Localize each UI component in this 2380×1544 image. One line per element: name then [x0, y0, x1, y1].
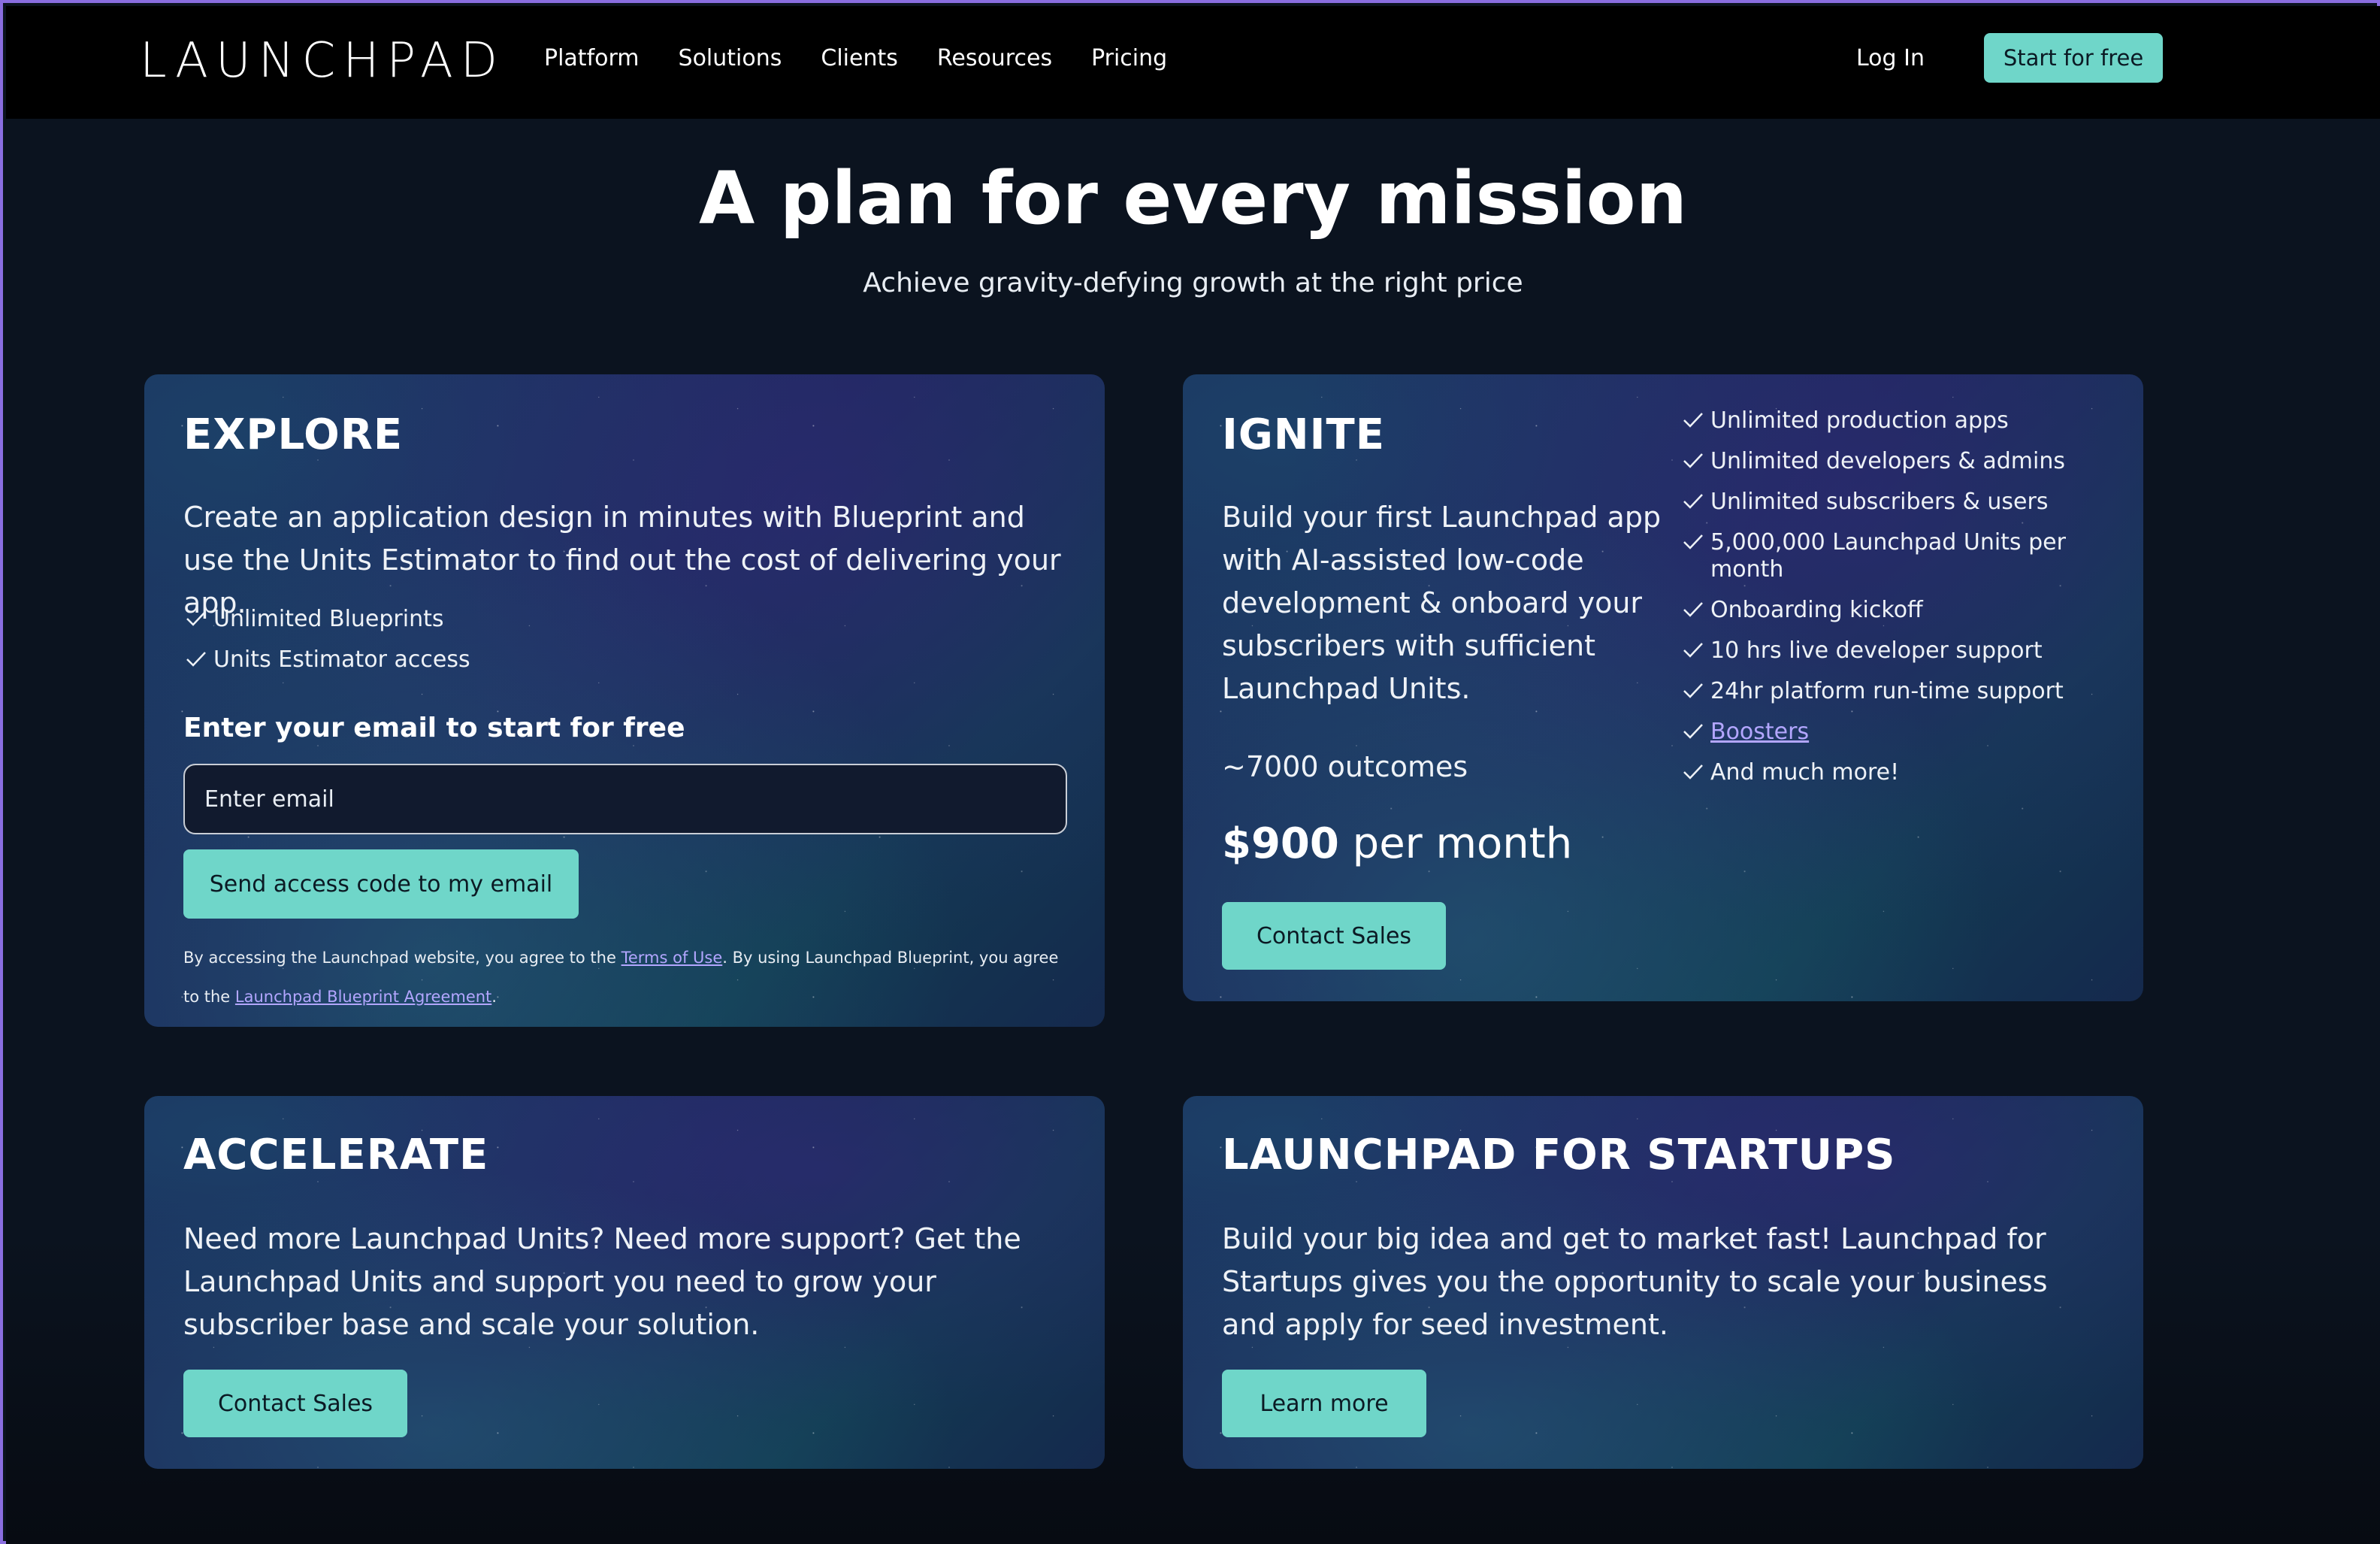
start-for-free-button[interactable]: Start for free [1984, 33, 2163, 83]
ignite-feature-list: Unlimited production apps Unlimited deve… [1680, 407, 2101, 800]
nav-link-clients[interactable]: Clients [821, 45, 897, 71]
nav-link-solutions[interactable]: Solutions [679, 45, 782, 71]
list-item: Units Estimator access [183, 646, 1010, 674]
nav-link-resources[interactable]: Resources [937, 45, 1052, 71]
page-title: A plan for every mission [699, 156, 1687, 241]
checkmark-icon [1683, 683, 1703, 698]
startups-title: LAUNCHPAD FOR STARTUPS [1222, 1131, 1896, 1179]
ignite-contact-sales-button[interactable]: Contact Sales [1222, 902, 1446, 970]
list-item: Unlimited subscribers & users [1680, 489, 2101, 516]
send-access-code-button[interactable]: Send access code to my email [183, 849, 579, 919]
email-label: Enter your email to start for free [183, 713, 685, 743]
top-nav: LAUNCHPAD Platform Solutions Clients Res… [6, 6, 2380, 119]
login-link[interactable]: Log In [1856, 45, 1925, 71]
boosters-link[interactable]: Boosters [1710, 719, 1809, 745]
price-amount: $900 [1222, 819, 1339, 868]
learn-more-button[interactable]: Learn more [1222, 1370, 1426, 1437]
checkmark-icon [186, 611, 206, 626]
outcomes-count: ~7000 outcomes [1222, 750, 1468, 783]
startups-description: Build your big idea and get to market fa… [1222, 1222, 2048, 1341]
explore-title: EXPLORE [183, 410, 404, 459]
checkmark-icon [1683, 494, 1703, 509]
checkmark-icon [1683, 534, 1703, 549]
list-item: And much more! [1680, 759, 2101, 786]
explore-card: EXPLORE Create an application design in … [144, 374, 1105, 1027]
terms-of-use-link[interactable]: Terms of Use [621, 949, 723, 967]
accelerate-card: ACCELERATE Need more Launchpad Units? Ne… [144, 1096, 1105, 1469]
list-item: Unlimited developers & admins [1680, 448, 2101, 475]
starfield-background [144, 374, 1105, 1027]
checkmark-icon [1683, 764, 1703, 780]
checkmark-icon [1683, 643, 1703, 658]
list-item: 24hr platform run-time support [1680, 678, 2101, 705]
checkmark-icon [1683, 724, 1703, 739]
price: $900 per month [1222, 819, 1572, 868]
explore-feature-list: Unlimited Blueprints Units Estimator acc… [183, 606, 1010, 687]
price-period: per month [1352, 819, 1573, 868]
list-item: Unlimited Blueprints [183, 606, 1010, 633]
list-item: 5,000,000 Launchpad Units per month [1680, 529, 2101, 583]
ignite-description: Build your first Launchpad app with AI-a… [1222, 501, 1662, 705]
page: LAUNCHPAD Platform Solutions Clients Res… [6, 6, 2380, 1544]
list-item: Unlimited production apps [1680, 407, 2101, 434]
launchpad-logo[interactable]: LAUNCHPAD [140, 33, 505, 89]
accelerate-title: ACCELERATE [183, 1131, 489, 1179]
checkmark-icon [1683, 602, 1703, 617]
list-item: Onboarding kickoff [1680, 597, 2101, 624]
checkmark-icon [1683, 453, 1703, 468]
startups-card: LAUNCHPAD FOR STARTUPS Build your big id… [1183, 1096, 2143, 1469]
legal-notice: By accessing the Launchpad website, you … [183, 949, 1059, 1006]
checkmark-icon [1683, 413, 1703, 428]
checkmark-icon [186, 652, 206, 667]
list-item: 10 hrs live developer support [1680, 637, 2101, 665]
accelerate-contact-sales-button[interactable]: Contact Sales [183, 1370, 407, 1437]
nav-link-platform[interactable]: Platform [544, 45, 640, 71]
email-input[interactable] [183, 764, 1067, 834]
nav-links: Platform Solutions Clients Resources Pri… [544, 45, 1206, 71]
ignite-title: IGNITE [1222, 410, 1385, 459]
accelerate-description: Need more Launchpad Units? Need more sup… [183, 1222, 1021, 1341]
ignite-card: IGNITE Build your first Launchpad app wi… [1183, 374, 2143, 1001]
page-subtitle: Achieve gravity-defying growth at the ri… [863, 268, 1523, 298]
nav-link-pricing[interactable]: Pricing [1091, 45, 1167, 71]
list-item: Boosters [1680, 719, 2101, 746]
blueprint-agreement-link[interactable]: Launchpad Blueprint Agreement [235, 988, 491, 1006]
